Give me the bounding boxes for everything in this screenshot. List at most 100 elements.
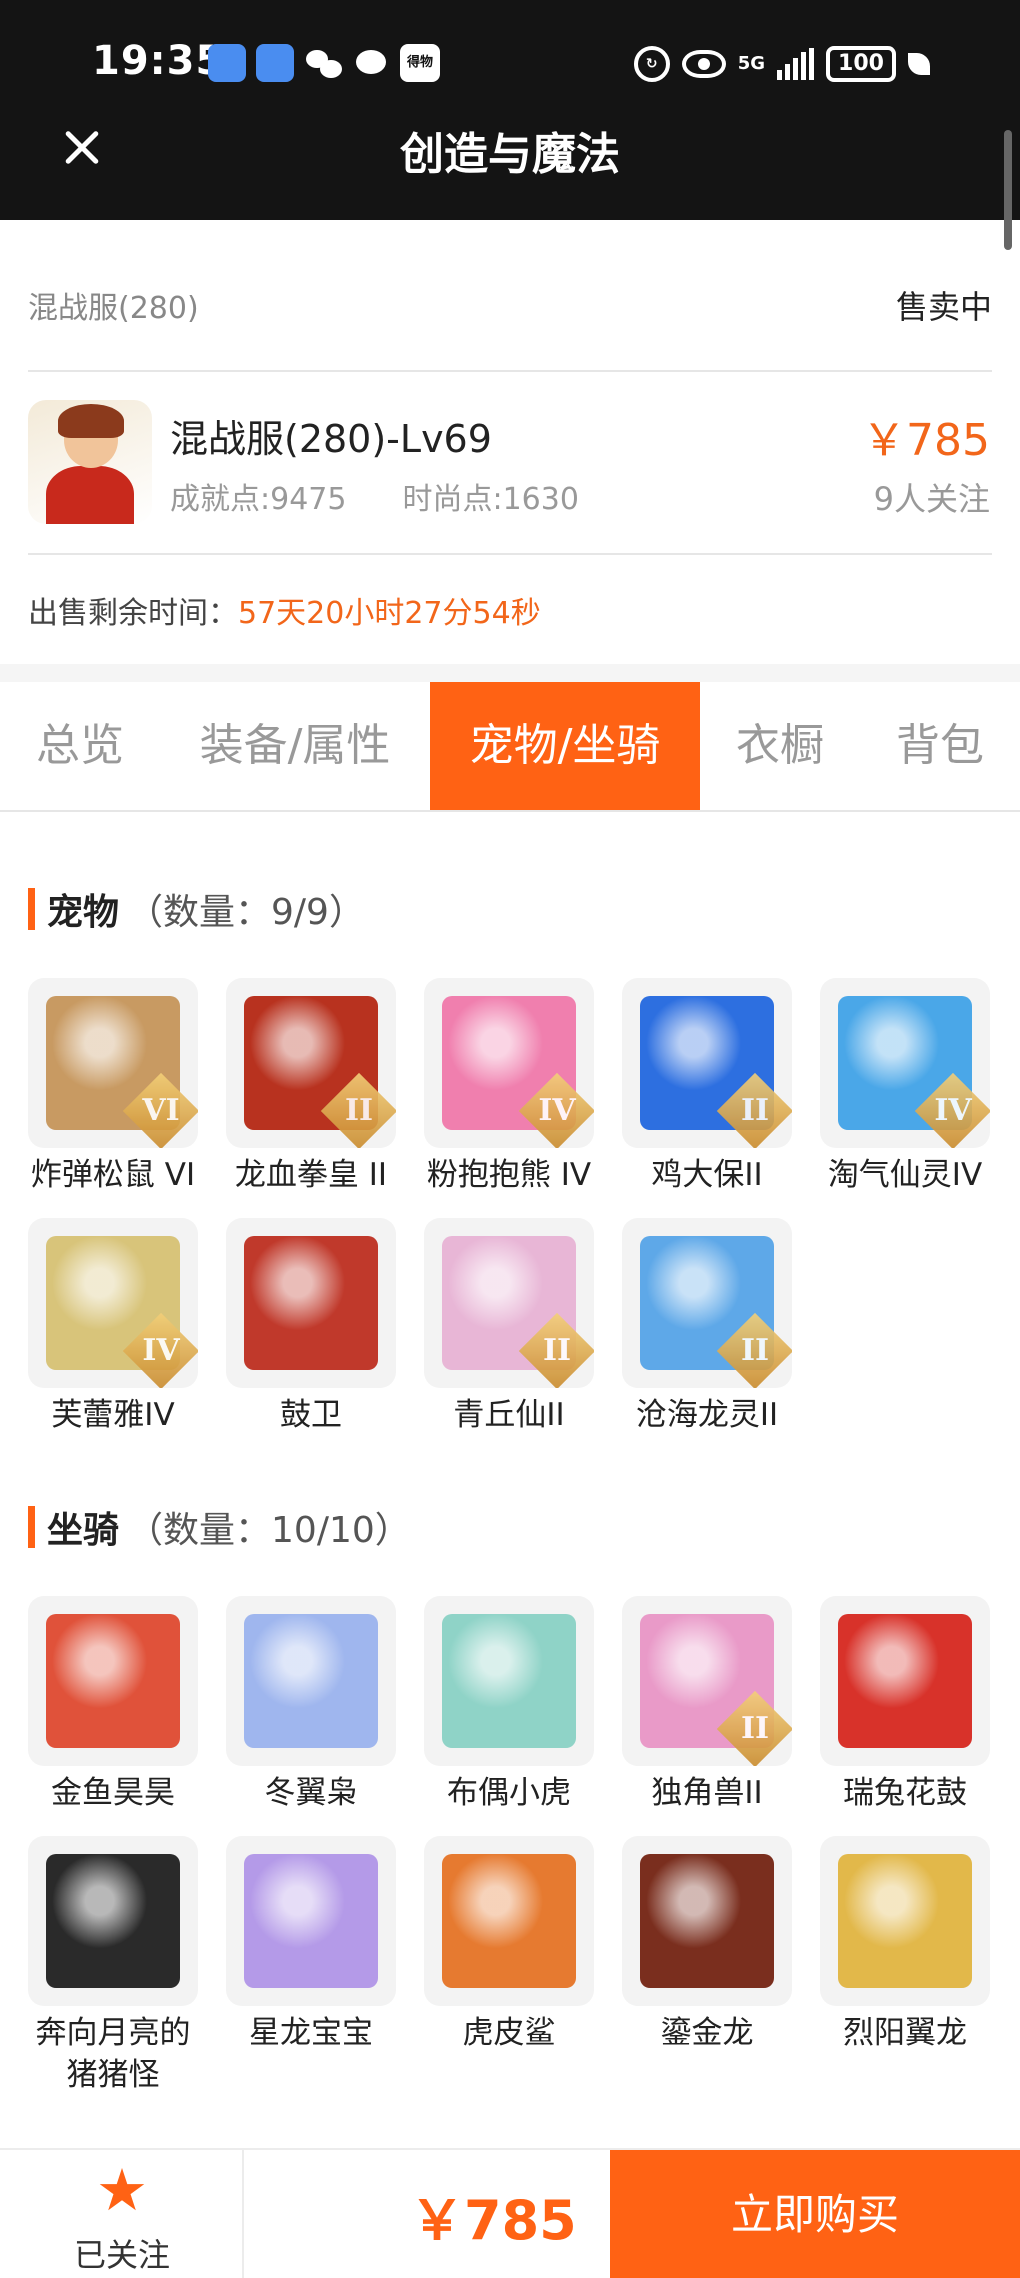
remaining-label: 出售剩余时间： <box>28 596 238 631</box>
item-name: 虎皮鲨 <box>462 2015 556 2051</box>
item-thumbnail <box>424 1836 594 2006</box>
item-thumbnail: II <box>622 1596 792 1766</box>
item-name: 鸡大保II <box>651 1157 763 1193</box>
mounts-section-title: 坐骑 （数量：10/10） <box>28 1504 411 1551</box>
item-thumbnail: II <box>226 978 396 1148</box>
follow-button[interactable]: ★ 已关注 <box>0 2150 244 2278</box>
app-notification-icon <box>208 44 246 82</box>
achievement-points: 成就点:9475 <box>170 482 347 517</box>
signal-bars-icon <box>777 48 814 80</box>
grid-item[interactable]: 金鱼昊昊 <box>28 1596 198 1814</box>
rank-badge: II <box>716 1690 792 1766</box>
rank-badge: II <box>716 1312 792 1388</box>
grid-item[interactable]: 烈阳翼龙 <box>820 1836 990 2054</box>
rank-text: II <box>740 1711 770 1746</box>
character-stats: 成就点:9475 时尚点:1630 <box>170 474 579 518</box>
character-avatar <box>28 400 152 524</box>
rank-text: II <box>740 1093 770 1128</box>
sale-remaining-time: 出售剩余时间：57天20小时27分54秒 <box>28 588 541 632</box>
tab-backpack[interactable]: 背包 <box>860 682 1020 810</box>
item-thumbnail: IV <box>28 1218 198 1388</box>
item-name: 沧海龙灵II <box>635 1397 779 1433</box>
tab-wardrobe[interactable]: 衣橱 <box>700 682 860 810</box>
bottom-price: ￥785 <box>410 2189 577 2252</box>
fashion-points: 时尚点:1630 <box>402 482 579 517</box>
grid-item[interactable]: 鎏金龙 <box>622 1836 792 2054</box>
item-name: 布偶小虎 <box>447 1775 571 1811</box>
item-image <box>442 1614 576 1748</box>
eye-comfort-icon <box>681 50 726 78</box>
tab-bar: 总览 装备/属性 宠物/坐骑 衣橱 背包 <box>0 682 1020 812</box>
dewu-app-icon: 得物 <box>400 44 440 82</box>
item-image <box>244 1236 378 1370</box>
item-image <box>244 1614 378 1748</box>
item-name: 龙血拳皇 II <box>234 1157 388 1193</box>
remaining-value: 57天20小时27分54秒 <box>238 596 541 631</box>
rank-text: II <box>344 1093 374 1128</box>
power-saving-leaf-icon <box>908 53 930 75</box>
grid-item[interactable]: II 沧海龙灵II <box>622 1218 792 1436</box>
listing-price: ￥785 <box>862 415 990 466</box>
grid-item[interactable]: IV 粉抱抱熊 IV <box>424 978 594 1196</box>
item-image <box>640 1854 774 1988</box>
grid-item[interactable]: II 龙血拳皇 II <box>226 978 396 1196</box>
item-image <box>46 1614 180 1748</box>
grid-item[interactable]: 奔向月亮的猪猪怪 <box>28 1836 198 2096</box>
item-thumbnail: IV <box>424 978 594 1148</box>
item-name: 金鱼昊昊 <box>51 1775 175 1811</box>
section-gap <box>0 664 1020 682</box>
nfc-icon: ↻ <box>633 46 670 82</box>
item-thumbnail: II <box>622 978 792 1148</box>
rank-badge: II <box>716 1072 792 1148</box>
grid-item[interactable]: 虎皮鲨 <box>424 1836 594 2054</box>
scrollbar[interactable] <box>1004 130 1012 250</box>
grid-item[interactable]: 冬翼枭 <box>226 1596 396 1814</box>
rank-badge: II <box>320 1072 396 1148</box>
grid-item[interactable]: 星龙宝宝 <box>226 1836 396 2054</box>
top-bar: 19:35 得物 ↻ 5G 100 创造与魔法 <box>0 0 1020 250</box>
item-name: 独角兽II <box>651 1775 763 1811</box>
item-name: 淘气仙灵IV <box>827 1157 983 1193</box>
item-name: 鼓卫 <box>280 1397 342 1433</box>
item-thumbnail <box>226 1596 396 1766</box>
message-icon <box>354 44 390 82</box>
status-icons: ↻ 5G 100 <box>633 42 930 86</box>
rank-text: VI <box>142 1093 180 1128</box>
grid-item[interactable]: II 鸡大保II <box>622 978 792 1196</box>
battery-icon: 100 <box>826 46 896 82</box>
tab-equipment[interactable]: 装备/属性 <box>160 682 430 810</box>
item-thumbnail <box>226 1836 396 2006</box>
item-image <box>838 1854 972 1988</box>
grid-item[interactable]: VI 炸弹松鼠 VI <box>28 978 198 1196</box>
item-name: 芙蕾雅IV <box>51 1397 175 1433</box>
status-bar: 19:35 得物 ↻ 5G 100 <box>0 30 1020 100</box>
tab-overview[interactable]: 总览 <box>0 682 160 810</box>
rank-text: IV <box>142 1333 180 1368</box>
item-name: 炸弹松鼠 VI <box>30 1157 196 1193</box>
status-time: 19:35 <box>92 38 225 84</box>
star-icon: ★ <box>96 2156 148 2224</box>
grid-item[interactable]: IV 淘气仙灵IV <box>820 978 990 1196</box>
item-image <box>244 1854 378 1988</box>
buy-now-button[interactable]: 立即购买 <box>610 2150 1020 2278</box>
network-5g-icon: 5G <box>737 53 765 74</box>
item-name: 星龙宝宝 <box>249 2015 373 2051</box>
grid-item[interactable]: 瑞兔花鼓 <box>820 1596 990 1814</box>
grid-item[interactable]: IV 芙蕾雅IV <box>28 1218 198 1436</box>
wechat-icon <box>304 44 344 82</box>
item-thumbnail <box>424 1596 594 1766</box>
pets-count: （数量：9/9） <box>127 892 365 933</box>
grid-item[interactable]: II 青丘仙II <box>424 1218 594 1436</box>
grid-item[interactable]: 鼓卫 <box>226 1218 396 1436</box>
page-title: 创造与魔法 <box>400 129 620 180</box>
follower-count: 9人关注 <box>873 480 990 518</box>
rank-text: IV <box>934 1093 972 1128</box>
divider <box>28 370 992 372</box>
rank-text: II <box>740 1333 770 1368</box>
grid-item[interactable]: 布偶小虎 <box>424 1596 594 1814</box>
grid-item[interactable]: II 独角兽II <box>622 1596 792 1814</box>
tab-pets-mounts[interactable]: 宠物/坐骑 <box>430 682 700 810</box>
item-name: 粉抱抱熊 IV <box>426 1157 592 1193</box>
item-thumbnail: II <box>622 1218 792 1388</box>
sale-status: 售卖中 <box>895 288 992 326</box>
